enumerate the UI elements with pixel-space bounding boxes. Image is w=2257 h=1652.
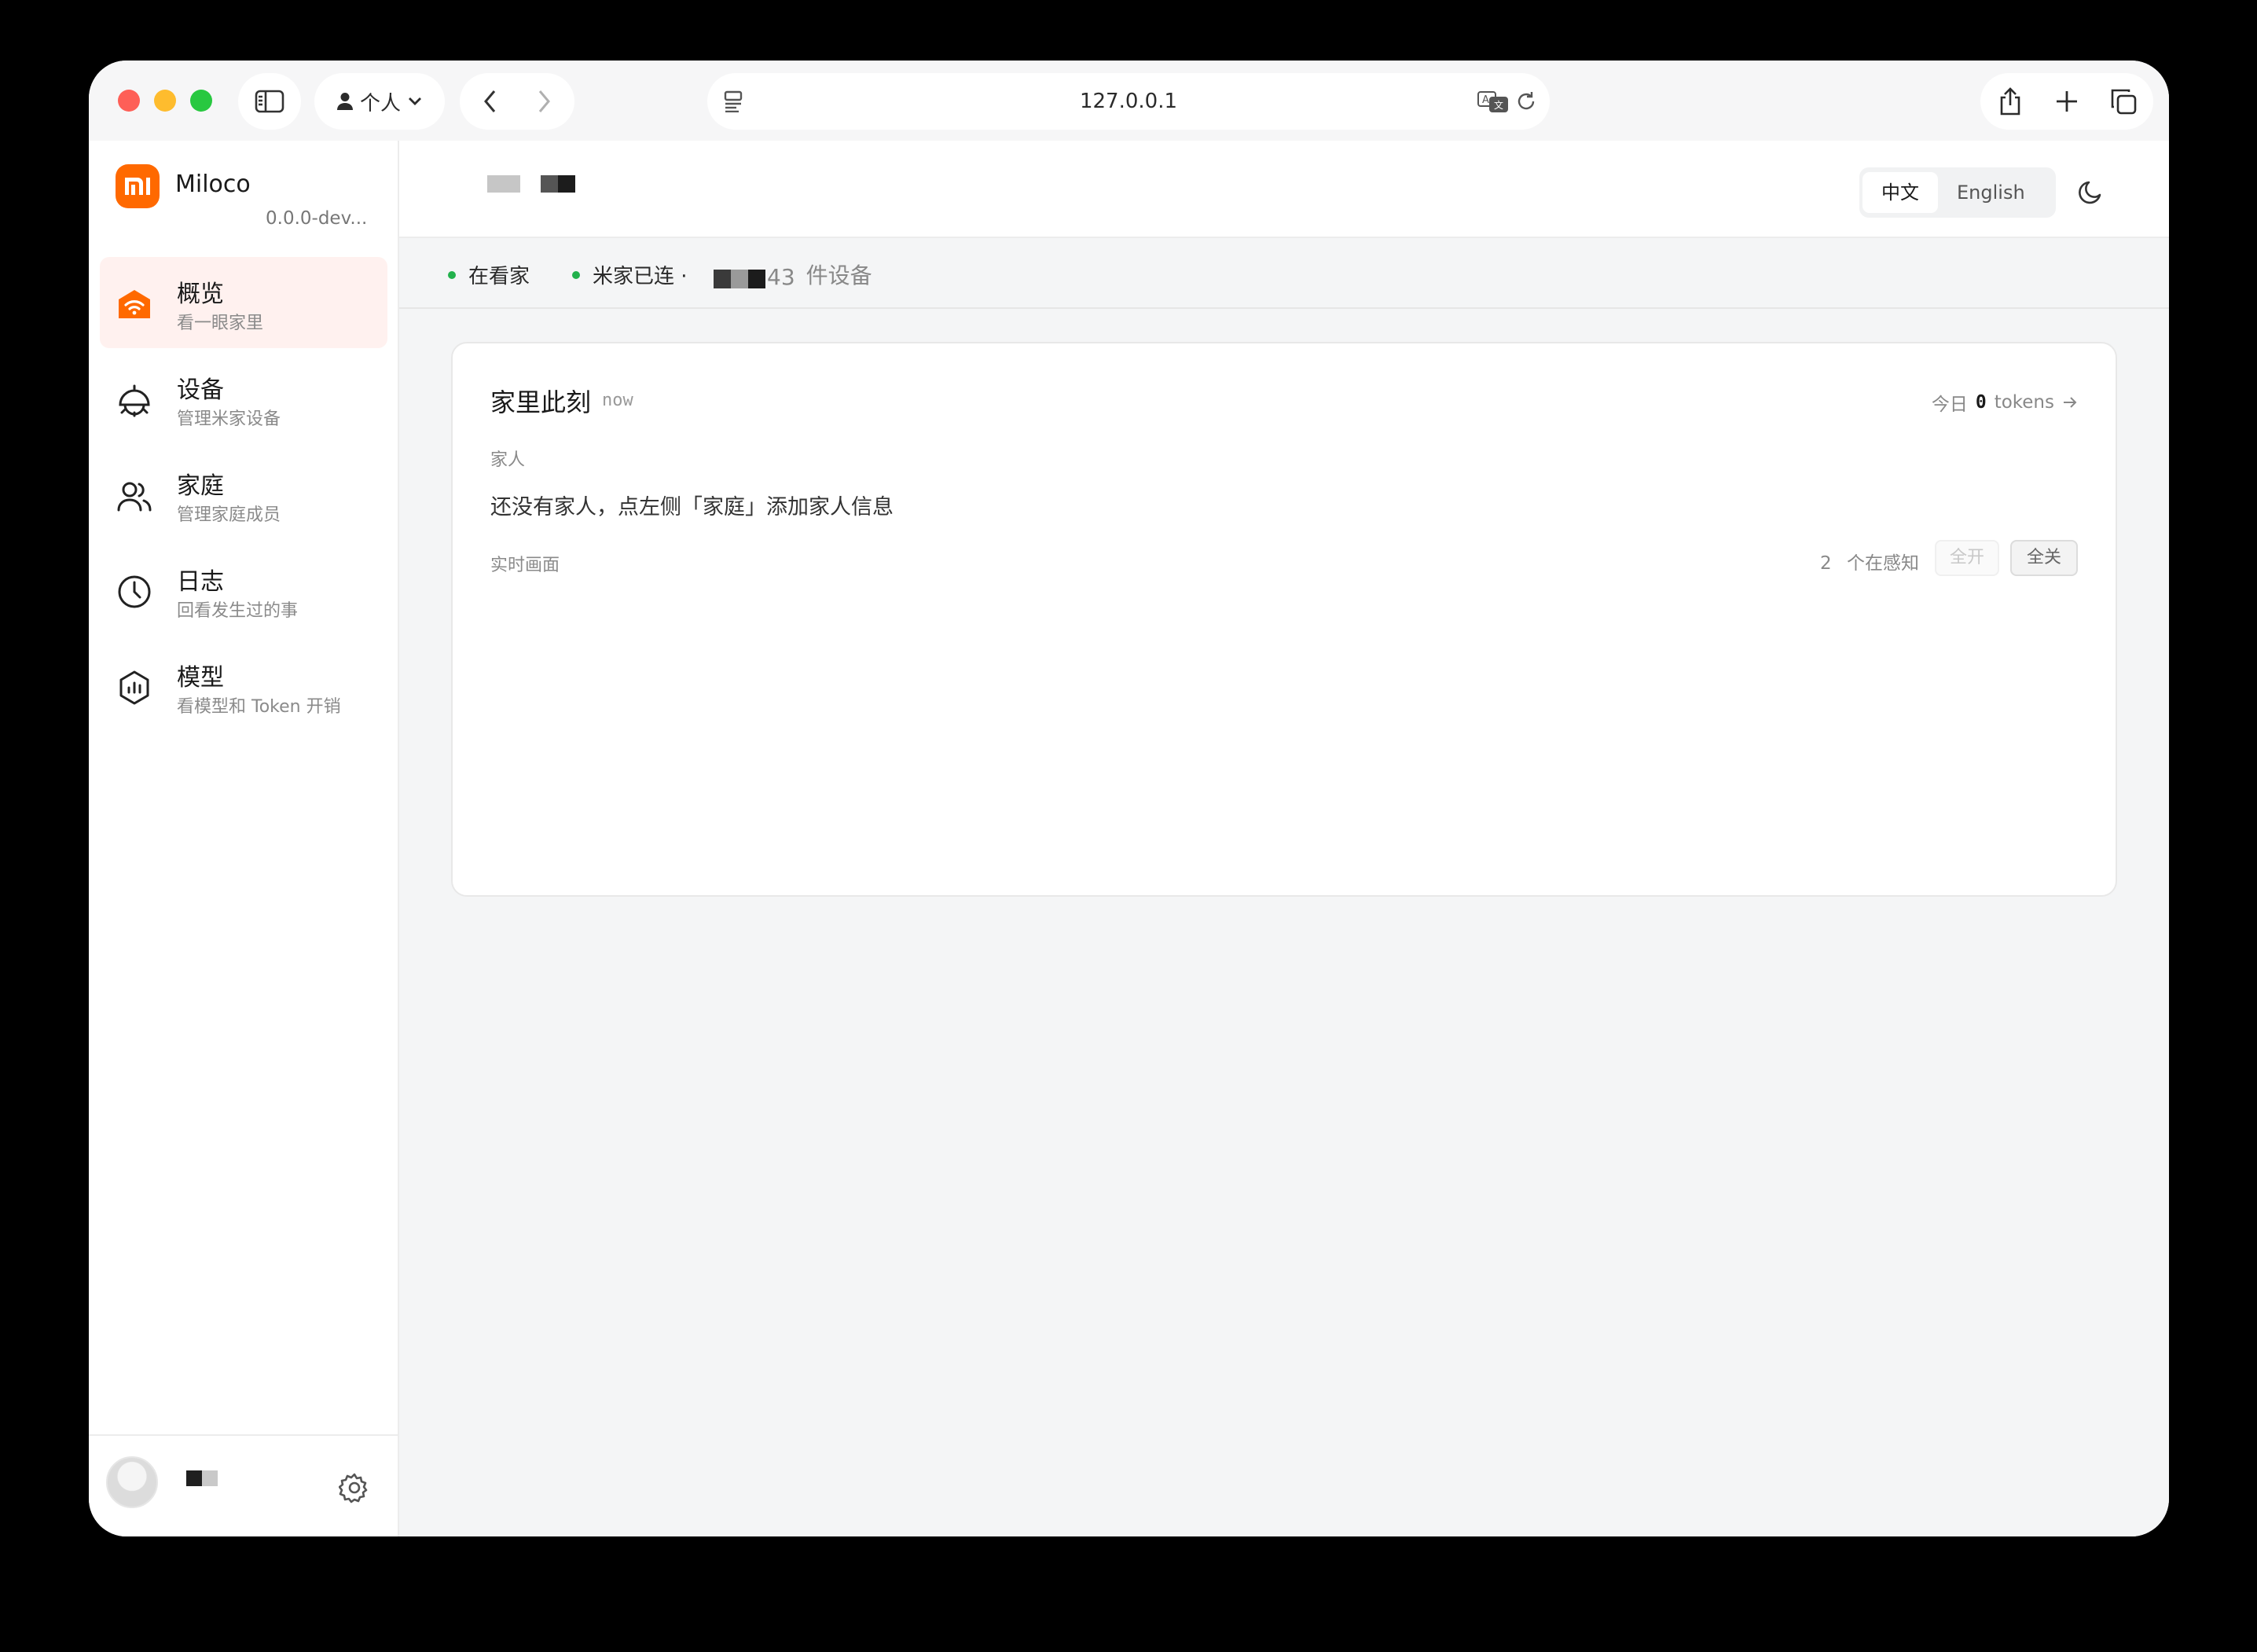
- sidebar-item-title: 日志: [177, 568, 224, 596]
- chevron-left-icon: [484, 90, 496, 112]
- share-button[interactable]: [1982, 87, 2039, 116]
- theme-toggle-button[interactable]: [2078, 178, 2105, 208]
- tab-actions: [1980, 73, 2153, 130]
- sidebar-item-subtitle: 看一眼家里: [177, 314, 264, 333]
- sidebar-item-title: 设备: [177, 376, 224, 404]
- arrow-right-icon: [2064, 397, 2077, 408]
- card-title: 家里此刻: [490, 387, 592, 417]
- settings-button[interactable]: [338, 1472, 370, 1507]
- svg-text:A: A: [1482, 94, 1489, 106]
- profile-label: 个人: [359, 91, 401, 116]
- sensing-count-suffix: 个在感知: [1847, 553, 1919, 574]
- plus-icon: [2057, 91, 2077, 112]
- browser-toolbar: 个人 127.0.0.1 A 文: [89, 61, 2169, 141]
- token-count: 0: [1975, 392, 1987, 413]
- status-dot: [572, 270, 580, 279]
- sensing-count-value: 2: [1820, 553, 1832, 574]
- status-dot: [448, 270, 456, 279]
- username-redacted: [186, 1470, 218, 1486]
- token-usage-link[interactable]: 今日 0 tokens: [1932, 389, 2078, 416]
- address-bar[interactable]: 127.0.0.1 A 文: [707, 73, 1550, 130]
- family-empty-message: 还没有家人，点左侧「家庭」添加家人信息: [490, 495, 894, 519]
- status-watching-label: 在看家: [468, 265, 530, 288]
- sensing-count: 2 个在感知: [1820, 548, 1919, 575]
- clock-icon: [118, 575, 151, 608]
- token-suffix: tokens: [1994, 392, 2054, 413]
- minimize-window-button[interactable]: [154, 90, 176, 112]
- history-navigation: [460, 73, 574, 130]
- sidebar-item-subtitle: 回看发生过的事: [177, 601, 299, 621]
- model-hexagon-icon: [119, 670, 149, 705]
- brand-name: Miloco: [175, 171, 251, 198]
- sidebar-item-title: 家庭: [177, 472, 224, 500]
- moon-icon: [2079, 181, 2101, 204]
- all-on-button[interactable]: 全开: [1935, 540, 1999, 576]
- device-count-suffix: 件设备: [806, 262, 872, 288]
- xiaomi-logo: [116, 164, 160, 208]
- avatar[interactable]: [106, 1456, 158, 1508]
- family-section-label: 家人: [490, 450, 526, 470]
- sidebar-toggle-button[interactable]: [238, 73, 301, 130]
- main-content: 中文 English 在看家 米家已连 · 43 件设备 家里此刻 now 今日…: [399, 141, 2169, 1536]
- ceiling-lamp-icon: [119, 384, 150, 417]
- browser-window: 个人 127.0.0.1 A 文 Miloco 0.0.0-dev... 概览 …: [89, 61, 2169, 1536]
- home-wifi-icon: [119, 290, 150, 318]
- chevron-down-icon: [409, 97, 421, 105]
- sidebar-item-family[interactable]: 家庭 管理家庭成员: [100, 449, 387, 540]
- sidebar-item-subtitle: 看模型和 Token 开销: [177, 697, 341, 717]
- share-icon: [2000, 87, 2020, 116]
- users-icon: [117, 482, 152, 512]
- sidebar-item-title: 概览: [177, 281, 224, 308]
- tabs-overview-icon: [2111, 89, 2137, 115]
- sidebar-item-models[interactable]: 模型 看模型和 Token 开销: [100, 641, 387, 732]
- profile-button[interactable]: 个人: [314, 73, 445, 130]
- all-off-button[interactable]: 全关: [2010, 540, 2078, 576]
- sidebar-nav: 概览 看一眼家里 设备 管理米家设备 家庭 管理家庭成员 日志 回看发生过的事 …: [100, 257, 387, 736]
- translate-icon[interactable]: A 文: [1477, 90, 1509, 112]
- app-version: 0.0.0-dev...: [266, 208, 368, 229]
- status-mijia: 米家已连 ·: [572, 260, 688, 289]
- mi-logo-icon: [125, 178, 150, 195]
- device-count-value: 43: [767, 264, 795, 290]
- sidebar-item-devices[interactable]: 设备 管理米家设备: [100, 353, 387, 444]
- status-mijia-label: 米家已连 ·: [593, 265, 688, 288]
- status-bar: 在看家 米家已连 · 43 件设备: [399, 238, 2169, 309]
- close-window-button[interactable]: [118, 90, 140, 112]
- top-bar: 中文 English: [399, 141, 2169, 238]
- home-now-card: 家里此刻 now 今日 0 tokens 家人 还没有家人，点左侧「家庭」添加家…: [451, 342, 2117, 897]
- language-switch: 中文 English: [1859, 167, 2056, 218]
- lang-en-button[interactable]: English: [1938, 172, 2044, 213]
- reload-icon[interactable]: [1515, 90, 1537, 112]
- card-timestamp: now: [602, 391, 633, 410]
- zoom-window-button[interactable]: [190, 90, 212, 112]
- token-prefix: 今日: [1931, 395, 1968, 415]
- person-icon: [336, 93, 353, 110]
- live-view-label: 实时画面: [490, 556, 560, 575]
- sidebar-toggle-icon: [255, 90, 284, 113]
- gear-icon: [338, 1473, 368, 1503]
- sidebar-footer: [89, 1434, 398, 1536]
- back-button[interactable]: [464, 73, 517, 130]
- new-tab-button[interactable]: [2039, 90, 2095, 113]
- tab-overview-button[interactable]: [2095, 87, 2152, 116]
- svg-text:文: 文: [1494, 99, 1503, 111]
- sidebar-item-title: 模型: [177, 664, 224, 692]
- forward-button[interactable]: [517, 73, 571, 130]
- sidebar-item-logs[interactable]: 日志 回看发生过的事: [100, 545, 387, 636]
- sidebar: Miloco 0.0.0-dev... 概览 看一眼家里 设备 管理米家设备 家…: [89, 141, 399, 1536]
- url-text: 127.0.0.1: [1079, 90, 1178, 113]
- sidebar-item-subtitle: 管理米家设备: [177, 409, 281, 429]
- sidebar-item-subtitle: 管理家庭成员: [177, 505, 281, 525]
- sidebar-item-overview[interactable]: 概览 看一眼家里: [100, 257, 387, 348]
- home-name-redacted: [714, 270, 765, 288]
- device-count: 43 件设备: [714, 259, 872, 290]
- lang-zh-button[interactable]: 中文: [1862, 172, 1938, 213]
- page-title-redacted: [487, 175, 575, 193]
- status-watching: 在看家: [448, 260, 530, 289]
- chevron-right-icon: [538, 90, 550, 112]
